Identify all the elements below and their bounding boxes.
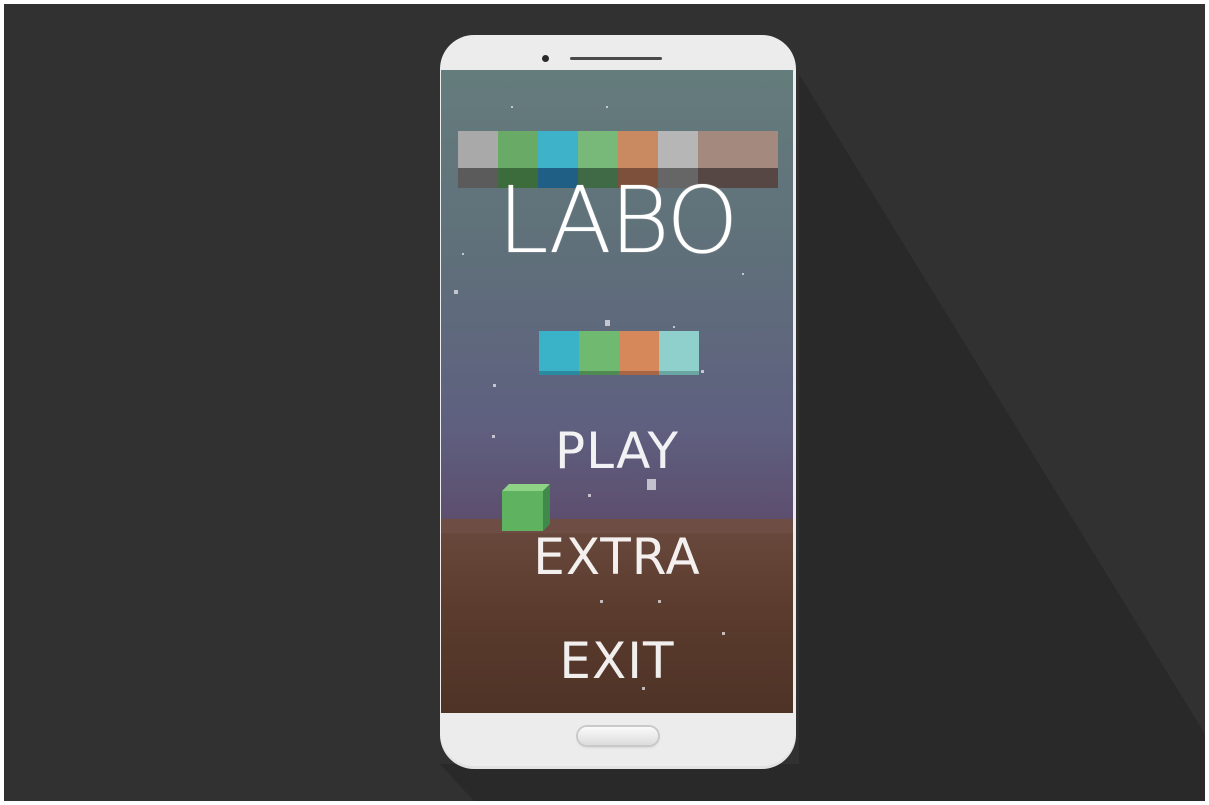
particle bbox=[606, 106, 608, 108]
play-button[interactable]: PLAY bbox=[441, 422, 793, 480]
exit-button[interactable]: EXIT bbox=[441, 632, 793, 690]
block-mint-small bbox=[659, 331, 699, 375]
home-button[interactable] bbox=[578, 727, 658, 745]
particle bbox=[701, 370, 704, 373]
block-green-2 bbox=[578, 131, 618, 188]
block-green bbox=[498, 131, 538, 188]
particle bbox=[493, 384, 496, 387]
block-green-small bbox=[579, 331, 619, 375]
particle bbox=[600, 600, 603, 603]
player-cube bbox=[502, 484, 550, 531]
particle bbox=[742, 273, 744, 275]
particle bbox=[454, 290, 458, 294]
progress-block-row bbox=[539, 331, 699, 375]
block-cyan-small bbox=[539, 331, 579, 375]
extra-button[interactable]: EXTRA bbox=[441, 528, 793, 586]
block-cyan bbox=[538, 131, 578, 188]
game-title: LABO bbox=[497, 167, 738, 274]
block-gray bbox=[458, 131, 498, 188]
particle bbox=[511, 106, 513, 108]
camera-icon bbox=[542, 55, 549, 62]
block-gray-2 bbox=[658, 131, 698, 188]
particle bbox=[658, 600, 661, 603]
particle bbox=[462, 253, 464, 255]
block-orange bbox=[618, 131, 658, 188]
speaker-icon bbox=[570, 57, 662, 60]
particle bbox=[588, 494, 591, 497]
game-screen: LABO PLAY EXTRA EXIT bbox=[441, 70, 793, 713]
block-tan bbox=[698, 131, 778, 188]
block-orange-small bbox=[619, 331, 659, 375]
particle bbox=[605, 320, 610, 326]
particle bbox=[647, 479, 656, 490]
particle bbox=[673, 326, 675, 328]
